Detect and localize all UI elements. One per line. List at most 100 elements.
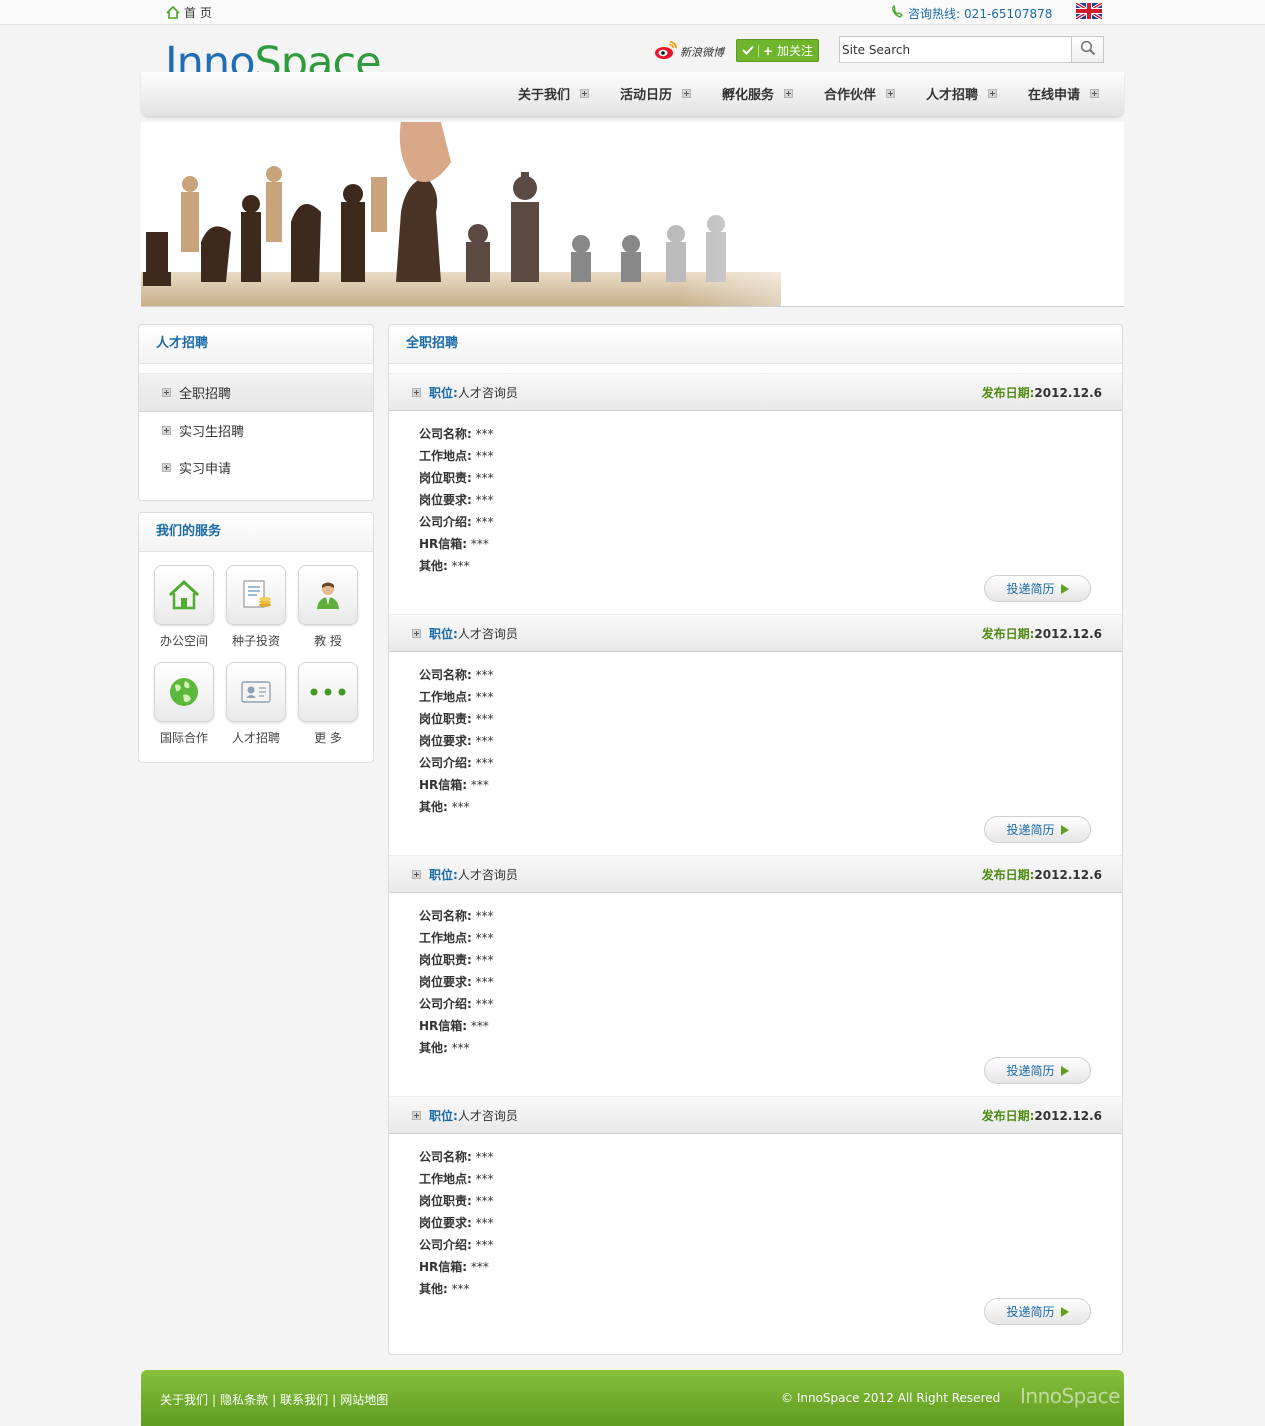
field-hr-email: HR信箱: *** [419, 1019, 489, 1033]
expand-icon [162, 426, 171, 435]
position-label: 职位: [429, 627, 458, 641]
search-input[interactable] [842, 40, 1070, 59]
field-requirements: 岗位要求: *** [419, 734, 494, 748]
field-company-intro: 公司介绍: *** [419, 515, 494, 529]
service-international[interactable]: 国际合作 [153, 662, 215, 746]
sidebar-title: 人才招聘 [139, 325, 373, 364]
date-value: 2012.12.6 [1034, 386, 1102, 400]
sidebar-recruitment-panel: 人才招聘 全职招聘 实习生招聘 实习申请 [138, 324, 374, 501]
footer-link-sitemap[interactable]: 网站地图 [340, 1393, 388, 1407]
job-position: 职位:人才咨询员 [429, 384, 518, 401]
submit-resume-button[interactable]: 投递简历 [984, 1057, 1091, 1084]
play-arrow-icon [1060, 1306, 1069, 1317]
field-location: 工作地点: *** [419, 931, 494, 945]
uk-flag-icon[interactable] [1075, 1, 1103, 21]
footer-link-about[interactable]: 关于我们 [160, 1393, 208, 1407]
nav-label: 活动日历 [620, 88, 673, 103]
site-header: InnoSpace 新浪微博 + 加关注 Site Search 关于我们 活动… [141, 26, 1124, 116]
document-coins-icon [226, 565, 286, 625]
hotline: 咨询热线: 021-65107878 [890, 4, 1053, 22]
plus-icon: + [762, 43, 774, 58]
position-value: 人才咨询员 [457, 386, 518, 400]
separator: | [272, 1393, 277, 1407]
job-position: 职位:人才咨询员 [429, 625, 518, 642]
field-company: 公司名称: *** [419, 1150, 494, 1164]
expand-icon [412, 870, 421, 879]
sidebar-item-intern[interactable]: 实习生招聘 [139, 412, 373, 449]
job-date: 发布日期:2012.12.6 [982, 384, 1102, 401]
field-requirements: 岗位要求: *** [419, 975, 494, 989]
job-details: 公司名称: *** 工作地点: *** 岗位职责: *** 岗位要求: *** … [389, 411, 1122, 616]
sidebar-menu: 全职招聘 实习生招聘 实习申请 [139, 373, 373, 486]
follow-button[interactable]: + 加关注 [736, 39, 819, 62]
job-header[interactable]: 职位:人才咨询员 发布日期:2012.12.6 [389, 1096, 1122, 1134]
play-arrow-icon [1060, 1065, 1069, 1076]
field-location: 工作地点: *** [419, 449, 494, 463]
service-label: 人才招聘 [231, 731, 280, 745]
nav-item-apply-online[interactable]: 在线申请 [1028, 84, 1100, 103]
nav-item-recruitment[interactable]: 人才招聘 [926, 84, 998, 103]
field-requirements: 岗位要求: *** [419, 1216, 494, 1230]
job-header[interactable]: 职位:人才咨询员 发布日期:2012.12.6 [389, 614, 1122, 652]
house-icon [154, 565, 214, 625]
hotline-label: 咨询热线: [908, 7, 961, 21]
submit-resume-button[interactable]: 投递简历 [984, 1298, 1091, 1325]
globe-icon [154, 662, 214, 722]
divider [757, 44, 759, 57]
service-office-space[interactable]: 办公空间 [153, 565, 215, 649]
main-nav: 关于我们 活动日历 孵化服务 合作伙伴 人才招聘 在线申请 [141, 72, 1124, 116]
hotline-number: 021-65107878 [964, 6, 1053, 21]
position-label: 职位: [429, 868, 458, 882]
expand-icon [412, 388, 421, 397]
field-hr-email: HR信箱: *** [419, 778, 489, 792]
nav-label: 关于我们 [518, 88, 571, 103]
field-duties: 岗位职责: *** [419, 953, 494, 967]
apply-label: 投递简历 [1006, 582, 1055, 596]
main-content-panel: 全职招聘 职位:人才咨询员 发布日期:2012.12.6 公司名称: *** 工… [388, 324, 1123, 1355]
submit-resume-button[interactable]: 投递简历 [984, 575, 1091, 602]
service-seed-investment[interactable]: 种子投资 [225, 565, 287, 649]
separator: | [212, 1393, 217, 1407]
position-value: 人才咨询员 [457, 1109, 518, 1123]
separator: | [332, 1393, 337, 1407]
date-value: 2012.12.6 [1034, 868, 1102, 882]
expand-icon [1090, 89, 1100, 98]
weibo-link[interactable]: 新浪微博 [654, 40, 724, 63]
job-listing: 职位:人才咨询员 发布日期:2012.12.6 公司名称: *** 工作地点: … [389, 373, 1122, 616]
sidebar-item-fulltime[interactable]: 全职招聘 [139, 373, 373, 412]
service-more[interactable]: 更 多 [297, 662, 359, 746]
nav-label: 在线申请 [1028, 88, 1081, 103]
search-box [839, 36, 1104, 63]
submit-resume-button[interactable]: 投递简历 [984, 816, 1091, 843]
service-label: 教 授 [314, 634, 342, 648]
date-value: 2012.12.6 [1034, 627, 1102, 641]
footer-links: 关于我们 | 隐私条款 | 联系我们 | 网站地图 [160, 1391, 388, 1408]
footer-link-contact[interactable]: 联系我们 [280, 1393, 328, 1407]
sidebar-item-label: 实习申请 [179, 462, 232, 477]
field-other: 其他: *** [419, 1041, 470, 1055]
nav-item-incubation[interactable]: 孵化服务 [722, 84, 794, 103]
field-duties: 岗位职责: *** [419, 1194, 494, 1208]
job-header[interactable]: 职位:人才咨询员 发布日期:2012.12.6 [389, 855, 1122, 893]
service-recruitment[interactable]: 人才招聘 [225, 662, 287, 746]
nav-item-calendar[interactable]: 活动日历 [620, 84, 692, 103]
job-details: 公司名称: *** 工作地点: *** 岗位职责: *** 岗位要求: *** … [389, 893, 1122, 1098]
expand-icon [580, 89, 590, 98]
footer-logo: InnoSpace [1020, 1384, 1120, 1408]
position-value: 人才咨询员 [457, 627, 518, 641]
banner-image [141, 122, 1124, 307]
sidebar-item-intern-apply[interactable]: 实习申请 [139, 449, 373, 486]
play-arrow-icon [1060, 583, 1069, 594]
more-dots-icon [298, 662, 358, 722]
nav-label: 孵化服务 [722, 88, 775, 103]
job-header[interactable]: 职位:人才咨询员 发布日期:2012.12.6 [389, 373, 1122, 411]
footer-link-privacy[interactable]: 隐私条款 [220, 1393, 268, 1407]
nav-item-partners[interactable]: 合作伙伴 [824, 84, 896, 103]
field-requirements: 岗位要求: *** [419, 493, 494, 507]
nav-item-about[interactable]: 关于我们 [518, 84, 590, 103]
search-button[interactable] [1071, 37, 1103, 62]
service-professor[interactable]: 教 授 [297, 565, 359, 649]
home-link[interactable]: 首 页 [166, 4, 212, 21]
play-arrow-icon [1060, 824, 1069, 835]
date-label: 发布日期: [981, 868, 1035, 882]
